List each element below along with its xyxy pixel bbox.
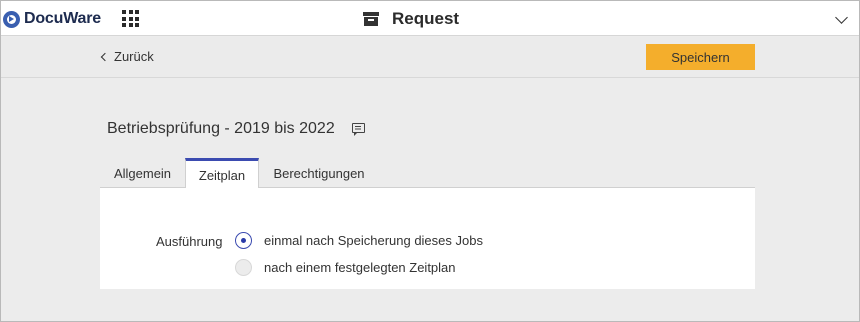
- back-label: Zurück: [114, 49, 154, 64]
- back-link[interactable]: Zurück: [100, 49, 154, 64]
- tab-zeitplan[interactable]: Zeitplan: [185, 158, 259, 189]
- radio-option-once[interactable]: einmal nach Speicherung dieses Jobs: [235, 232, 483, 249]
- tab-berechtigungen[interactable]: Berechtigungen: [261, 158, 377, 188]
- tab-label: Allgemein: [113, 165, 172, 181]
- brand-name: DocuWare: [24, 10, 101, 27]
- docuware-logo[interactable]: DocuWare: [3, 9, 101, 29]
- save-button[interactable]: Speichern: [646, 44, 755, 70]
- tab-label: Zeitplan: [198, 167, 246, 183]
- radio-option-scheduled[interactable]: nach einem festgelegten Zeitplan: [235, 259, 456, 276]
- tab-label: Berechtigungen: [273, 165, 365, 181]
- execution-label: Ausführung: [156, 234, 223, 249]
- comment-icon[interactable]: [351, 123, 365, 136]
- archive-box-icon: [363, 12, 379, 26]
- app-title-area: Request: [363, 8, 459, 30]
- apps-grid-icon[interactable]: [122, 10, 139, 27]
- radio-label: einmal nach Speicherung dieses Jobs: [264, 233, 483, 248]
- tab-bar: Allgemein Zeitplan Berechtigungen: [100, 158, 755, 189]
- schedule-panel: Ausführung einmal nach Speicherung diese…: [100, 188, 755, 289]
- app-title: Request: [392, 9, 460, 28]
- chevron-left-icon: [100, 52, 110, 62]
- radio-label: nach einem festgelegten Zeitplan: [264, 260, 456, 275]
- docuware-logo-icon: [3, 10, 20, 28]
- chevron-down-icon[interactable]: [835, 11, 848, 24]
- top-bar: DocuWare Request: [1, 1, 859, 36]
- radio-selected-icon[interactable]: [235, 232, 252, 249]
- document-title: Betriebsprüfung - 2019 bis 2022: [107, 120, 335, 137]
- action-bar: Zurück Speichern: [1, 37, 859, 78]
- tab-allgemein[interactable]: Allgemein: [100, 158, 185, 188]
- radio-unselected-icon[interactable]: [235, 259, 252, 276]
- document-title-row: Betriebsprüfung - 2019 bis 2022: [107, 120, 365, 138]
